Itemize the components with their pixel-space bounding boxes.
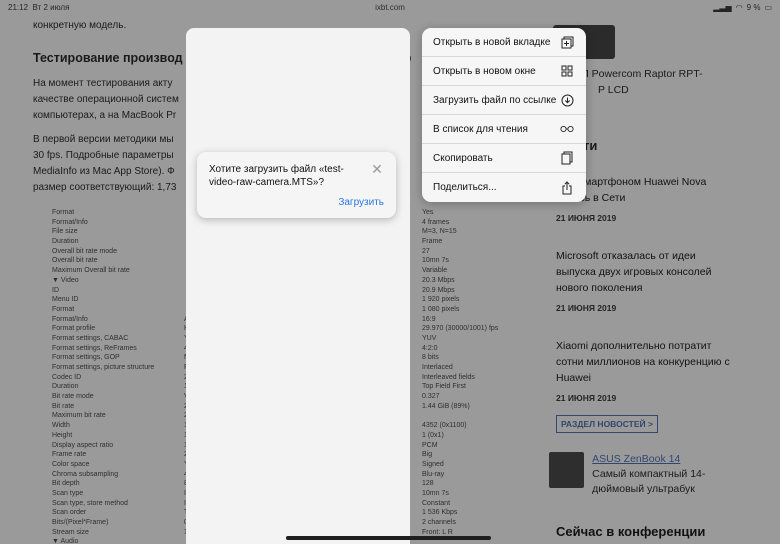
download-icon [560, 93, 574, 107]
download-button[interactable]: Загрузить [338, 197, 384, 208]
link-context-menu: Открыть в новой вкладке Открыть в новом … [422, 28, 586, 202]
preview-panel [186, 28, 410, 544]
menu-item-copy[interactable]: Скопировать [422, 144, 586, 173]
copy-icon [560, 151, 574, 165]
reading-list-icon [560, 122, 574, 136]
menu-item-label: Поделиться... [433, 182, 497, 193]
menu-item-label: Загрузить файл по ссылке [433, 94, 557, 106]
menu-item-download-link[interactable]: Загрузить файл по ссылке [422, 86, 586, 115]
new-window-icon [560, 64, 574, 78]
menu-item-label: В список для чтения [433, 123, 528, 135]
alert-message: Хотите загрузить файл «test-video-raw-ca… [209, 164, 344, 188]
home-indicator[interactable] [286, 536, 491, 540]
menu-item-reading-list[interactable]: В список для чтения [422, 115, 586, 144]
menu-item-open-new-window[interactable]: Открыть в новом окне [422, 57, 586, 86]
safari-screen: 21:12 Вт 2 июля ixbt.com ▂▃▅ ◠ 9 % ▭ кон… [0, 0, 780, 544]
menu-item-share[interactable]: Поделиться... [422, 173, 586, 202]
menu-item-label: Скопировать [433, 152, 493, 164]
download-alert: Хотите загрузить файл «test-video-raw-ca… [197, 152, 396, 218]
new-tab-icon [560, 35, 574, 49]
share-icon [560, 180, 574, 195]
menu-item-open-new-tab[interactable]: Открыть в новой вкладке [422, 28, 586, 57]
close-icon[interactable]: ✕ [370, 162, 384, 176]
menu-item-label: Открыть в новой вкладке [433, 36, 551, 48]
menu-item-label: Открыть в новом окне [433, 65, 536, 77]
